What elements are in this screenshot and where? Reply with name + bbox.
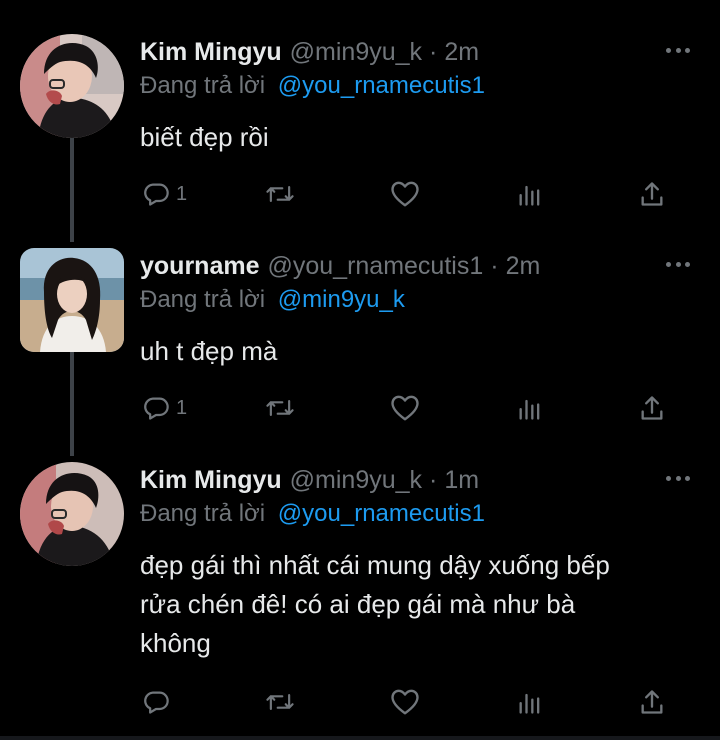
speech-bubble-icon [142, 180, 170, 208]
heart-icon [390, 180, 420, 208]
avatar[interactable] [20, 34, 124, 138]
tweet-text-line: không [140, 628, 211, 658]
bottom-divider [0, 736, 720, 740]
views-button[interactable] [516, 391, 544, 425]
replying-to-label: Đang trả lời [140, 72, 266, 99]
retweet-button[interactable] [264, 177, 296, 211]
share-upload-icon [638, 688, 666, 716]
views-button[interactable] [516, 685, 544, 719]
mention-link[interactable]: @min9yu_k [278, 286, 405, 313]
separator-dot: · [490, 251, 499, 280]
display-name[interactable]: Kim Mingyu [140, 38, 282, 67]
like-button[interactable] [390, 177, 420, 211]
action-bar [140, 685, 680, 719]
replying-to: Đang trả lời @you_rnamecutis1 [140, 500, 485, 528]
tweet-text-line: uh t đẹp mà [140, 336, 278, 366]
retweet-button[interactable] [264, 391, 296, 425]
share-button[interactable] [638, 685, 666, 719]
tweet-text-line: biết đẹp rồi [140, 122, 269, 152]
share-upload-icon [638, 180, 666, 208]
share-button[interactable] [638, 177, 666, 211]
bar-chart-icon [516, 394, 544, 422]
reply-count: 1 [176, 182, 188, 205]
tweet[interactable]: yourname @you_rnamecutis1 · 2m Đang trả … [0, 248, 720, 432]
separator-dot: · [429, 465, 438, 494]
retweet-arrows-icon [264, 180, 296, 208]
action-bar: 1 [140, 391, 680, 425]
like-button[interactable] [390, 685, 420, 719]
more-options-icon[interactable] [666, 38, 690, 62]
timestamp[interactable]: 2m [506, 252, 541, 281]
heart-icon [390, 688, 420, 716]
share-button[interactable] [638, 391, 666, 425]
tweet-header: yourname @you_rnamecutis1 · 2m [140, 248, 540, 284]
like-button[interactable] [390, 391, 420, 425]
reply-button[interactable] [142, 685, 176, 719]
separator-dot: · [429, 37, 438, 66]
views-button[interactable] [516, 177, 544, 211]
display-name[interactable]: yourname [140, 252, 259, 281]
bar-chart-icon [516, 688, 544, 716]
action-bar: 1 [140, 177, 680, 211]
tweet-header: Kim Mingyu @min9yu_k · 2m [140, 34, 479, 70]
replying-to: Đang trả lời @you_rnamecutis1 [140, 72, 485, 100]
retweet-arrows-icon [264, 688, 296, 716]
tweet-text-line: rửa chén đê! có ai đẹp gái mà như bà [140, 589, 576, 619]
retweet-button[interactable] [264, 685, 296, 719]
user-handle[interactable]: @min9yu_k [290, 466, 422, 495]
reply-count: 1 [176, 396, 188, 419]
tweet[interactable]: Kim Mingyu @min9yu_k · 1m Đang trả lời @… [0, 462, 720, 724]
tweet-text: uh t đẹp mà [140, 332, 700, 371]
speech-bubble-icon [142, 394, 170, 422]
mention-link[interactable]: @you_rnamecutis1 [278, 500, 485, 527]
avatar[interactable] [20, 462, 124, 566]
retweet-arrows-icon [264, 394, 296, 422]
heart-icon [390, 394, 420, 422]
user-handle[interactable]: @you_rnamecutis1 [267, 252, 483, 281]
speech-bubble-icon [142, 688, 170, 716]
bar-chart-icon [516, 180, 544, 208]
replying-to: Đang trả lời @min9yu_k [140, 286, 405, 314]
tweet-text-line: đẹp gái thì nhất cái mung dậy xuống bếp [140, 550, 610, 580]
timestamp[interactable]: 2m [444, 38, 479, 67]
timestamp[interactable]: 1m [444, 466, 479, 495]
avatar[interactable] [20, 248, 124, 352]
replying-to-label: Đang trả lời [140, 286, 266, 313]
tweet-header: Kim Mingyu @min9yu_k · 1m [140, 462, 479, 498]
reply-button[interactable]: 1 [142, 177, 187, 211]
replying-to-label: Đang trả lời [140, 500, 266, 527]
mention-link[interactable]: @you_rnamecutis1 [278, 72, 485, 99]
tweet-text: biết đẹp rồi [140, 118, 700, 157]
user-handle[interactable]: @min9yu_k [290, 38, 422, 67]
tweet[interactable]: Kim Mingyu @min9yu_k · 2m Đang trả lời @… [0, 34, 720, 218]
display-name[interactable]: Kim Mingyu [140, 466, 282, 495]
reply-thread: Kim Mingyu @min9yu_k · 2m Đang trả lời @… [0, 0, 720, 740]
share-upload-icon [638, 394, 666, 422]
more-options-icon[interactable] [666, 252, 690, 276]
reply-button[interactable]: 1 [142, 391, 187, 425]
tweet-text: đẹp gái thì nhất cái mung dậy xuống bếp … [140, 546, 700, 663]
more-options-icon[interactable] [666, 466, 690, 490]
